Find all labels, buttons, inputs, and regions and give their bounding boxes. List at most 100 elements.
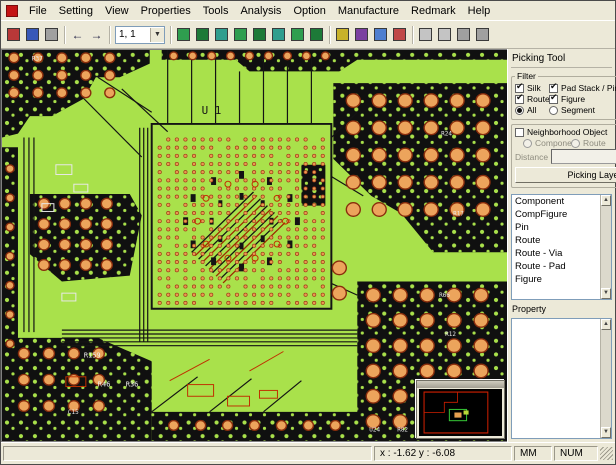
toolbar-separator	[64, 26, 65, 44]
checkbox-figure[interactable]: Figure	[549, 94, 616, 104]
status-numlock: NUM	[554, 446, 598, 461]
menu-setting[interactable]: Setting	[53, 3, 99, 19]
highlight-icon[interactable]	[333, 26, 352, 43]
overview-drawing	[419, 389, 502, 436]
scroll-up-icon[interactable]: ▲	[601, 319, 611, 330]
menu-analysis[interactable]: Analysis	[234, 3, 287, 19]
print-icon[interactable]	[42, 26, 61, 43]
layer-mask-icon[interactable]	[269, 26, 288, 43]
layer-drill-icon[interactable]	[288, 26, 307, 43]
pcb-ref-label: C15	[68, 410, 79, 416]
menu-redmark[interactable]: Redmark	[405, 3, 462, 19]
layer-item[interactable]: Route - Via	[512, 247, 601, 260]
zoom-in-icon[interactable]	[416, 26, 435, 43]
checkbox-silk-label: Silk	[527, 83, 541, 93]
picking-layer-button[interactable]: Picking Layer	[515, 167, 616, 183]
checkbox-silk[interactable]: Silk	[515, 83, 549, 93]
layer-item[interactable]: Pin	[512, 221, 601, 234]
redo-icon[interactable]: →	[87, 26, 106, 43]
radio-icon[interactable]	[571, 139, 580, 148]
scroll-down-icon[interactable]: ▼	[601, 427, 611, 438]
menu-option[interactable]: Option	[287, 3, 331, 19]
checkbox-icon[interactable]	[515, 84, 524, 93]
overview-titlebar[interactable]	[417, 381, 504, 388]
menu-properties[interactable]: Properties	[135, 3, 197, 19]
menu-tools[interactable]: Tools	[197, 3, 235, 19]
zoom-out-icon[interactable]	[435, 26, 454, 43]
pcb-ref-label: R37	[32, 57, 43, 63]
chevron-down-icon[interactable]: ▼	[150, 28, 164, 42]
menu-view[interactable]: View	[99, 3, 135, 19]
radio-icon[interactable]	[515, 106, 524, 115]
property-label: Property	[511, 302, 612, 316]
property-scrollbar[interactable]: ▲ ▼	[600, 319, 611, 438]
pcb-ref-label: U 1	[202, 104, 222, 117]
radio-component[interactable]: Component	[523, 138, 571, 148]
menu-file[interactable]: File	[23, 3, 53, 19]
radio-icon[interactable]	[523, 139, 532, 148]
zoom-window-icon[interactable]	[371, 26, 390, 43]
coordinate-combo[interactable]: 1, 1 ▼	[115, 26, 165, 44]
layer-inner2-icon[interactable]	[231, 26, 250, 43]
layer-inner1-icon[interactable]	[212, 26, 231, 43]
menu-help[interactable]: Help	[462, 3, 497, 19]
pcb-ref-label: R12	[445, 332, 456, 338]
pcb-ref-label: R36	[126, 381, 139, 389]
layers-list[interactable]: ComponentCompFigurePinRouteRoute - ViaRo…	[511, 194, 612, 300]
radio-all-label: All	[527, 105, 536, 115]
redraw-icon[interactable]	[473, 26, 492, 43]
checkbox-neighborhood-object[interactable]: Neighborhood Object	[515, 127, 616, 137]
layer-all-icon[interactable]	[307, 26, 326, 43]
toolbar-separator	[412, 26, 413, 44]
toolbar-separator	[170, 26, 171, 44]
property-list[interactable]: ▲ ▼	[511, 318, 612, 439]
layer-item[interactable]: Component	[512, 195, 601, 208]
radio-segment[interactable]: Segment	[549, 105, 616, 115]
measure-icon[interactable]	[390, 26, 409, 43]
undo-icon[interactable]: ←	[68, 26, 87, 43]
open-icon[interactable]	[4, 26, 23, 43]
filter-group: Filter Silk Pad Stack / Pin Route	[511, 71, 616, 120]
layers-items: ComponentCompFigurePinRouteRoute - ViaRo…	[512, 195, 601, 299]
checkbox-icon[interactable]	[549, 95, 558, 104]
pcb-ref-label: R46	[98, 381, 111, 389]
menu-manufacture[interactable]: Manufacture	[332, 3, 405, 19]
zoom-fit-icon[interactable]	[454, 26, 473, 43]
layers-scrollbar[interactable]: ▲ ▼	[600, 195, 611, 299]
resize-grip[interactable]	[600, 447, 613, 460]
layer-item[interactable]: Figure	[512, 273, 601, 286]
layer-item[interactable]: Route	[512, 234, 601, 247]
status-bar: x : -1.62 y : -6.08 MM NUM	[1, 442, 615, 464]
pcb-ref-label: R82	[397, 427, 408, 433]
checkbox-pad-stack-pin[interactable]: Pad Stack / Pin	[549, 83, 616, 93]
app-window: File Setting View Properties Tools Analy…	[0, 0, 616, 465]
panel-title: Picking Tool	[511, 51, 612, 68]
checkbox-icon[interactable]	[515, 95, 524, 104]
scroll-down-icon[interactable]: ▼	[601, 288, 611, 299]
radio-route-neighborhood[interactable]: Route	[571, 138, 616, 148]
scroll-up-icon[interactable]: ▲	[601, 195, 611, 206]
pcb-ref-label: R24	[441, 132, 452, 138]
layer-bottom-icon[interactable]	[193, 26, 212, 43]
toolbar-separator	[109, 26, 110, 44]
layer-silk-icon[interactable]	[250, 26, 269, 43]
checkbox-icon[interactable]	[515, 128, 524, 137]
pcb-canvas[interactable]: U 1R37R24R17R66R12R159R46R36C15U24R82	[1, 49, 507, 442]
layer-item[interactable]: CompFigure	[512, 208, 601, 221]
checkbox-icon[interactable]	[549, 84, 558, 93]
checkbox-route[interactable]: Route	[515, 94, 549, 104]
checkbox-route-label: Route	[527, 94, 550, 104]
radio-icon[interactable]	[549, 106, 558, 115]
distance-input[interactable]	[551, 149, 616, 164]
filter-group-title: Filter	[515, 71, 538, 81]
overview-body[interactable]	[419, 389, 502, 436]
status-units: MM	[514, 446, 552, 461]
layer-item[interactable]: Route - Pad	[512, 260, 601, 273]
app-icon	[6, 5, 18, 17]
save-icon[interactable]	[23, 26, 42, 43]
overview-window[interactable]	[416, 380, 505, 439]
layer-top-icon[interactable]	[174, 26, 193, 43]
net-icon[interactable]	[352, 26, 371, 43]
property-items	[512, 319, 601, 438]
radio-all[interactable]: All	[515, 105, 549, 115]
